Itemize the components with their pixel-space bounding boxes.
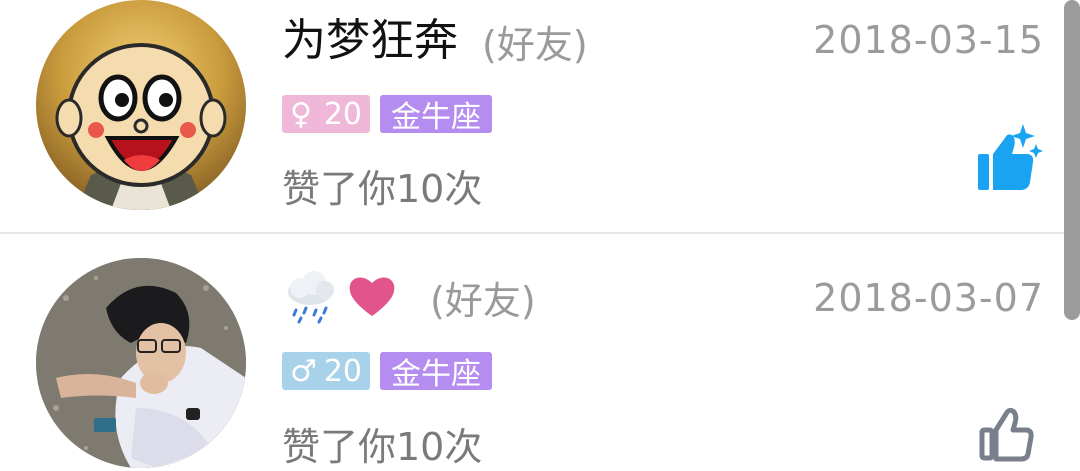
zodiac-badge: 金牛座: [380, 352, 492, 392]
user-name[interactable]: 为梦狂奔: [282, 14, 458, 68]
thumbs-up-filled-icon: [978, 124, 1043, 190]
relation-label: (好友): [430, 278, 536, 323]
like-button[interactable]: [974, 120, 1044, 192]
gender-age-badge: ♀ 20: [282, 95, 370, 133]
age-value: 20: [323, 96, 362, 132]
name-line: 为梦狂奔 (好友): [282, 14, 588, 68]
user-badges: ♀ 20 金牛座: [282, 95, 502, 135]
likes-list: 为梦狂奔 (好友) 2018-03-15 ♀ 20 金牛座 赞了你10次 (好友…: [0, 0, 1080, 469]
like-count-text: 赞了你10次: [282, 167, 483, 211]
male-icon: ♂: [290, 353, 317, 389]
like-date: 2018-03-15: [813, 18, 1044, 62]
gender-age-badge: ♂ 20: [282, 352, 370, 390]
like-button[interactable]: [974, 394, 1044, 466]
list-item[interactable]: (好友) 2018-03-07 ♂ 20 金牛座 赞了你10次: [0, 234, 1064, 469]
avatar[interactable]: [36, 258, 246, 468]
like-count-text: 赞了你10次: [282, 425, 483, 469]
user-badges: ♂ 20 金牛座: [282, 352, 502, 392]
name-line: (好友): [282, 270, 536, 324]
female-icon: ♀: [290, 96, 312, 132]
rain-cloud-icon: [288, 271, 334, 324]
thumbs-up-outline-icon: [979, 407, 1034, 462]
zodiac-badge: 金牛座: [380, 95, 492, 135]
name-emoji[interactable]: [282, 270, 400, 324]
avatar[interactable]: [36, 0, 246, 210]
relation-label: (好友): [482, 22, 588, 67]
like-date: 2018-03-07: [813, 276, 1044, 320]
list-item[interactable]: 为梦狂奔 (好友) 2018-03-15 ♀ 20 金牛座 赞了你10次: [0, 0, 1064, 233]
heart-icon: [349, 277, 395, 316]
scrollbar[interactable]: [1064, 0, 1080, 320]
age-value: 20: [323, 353, 362, 389]
